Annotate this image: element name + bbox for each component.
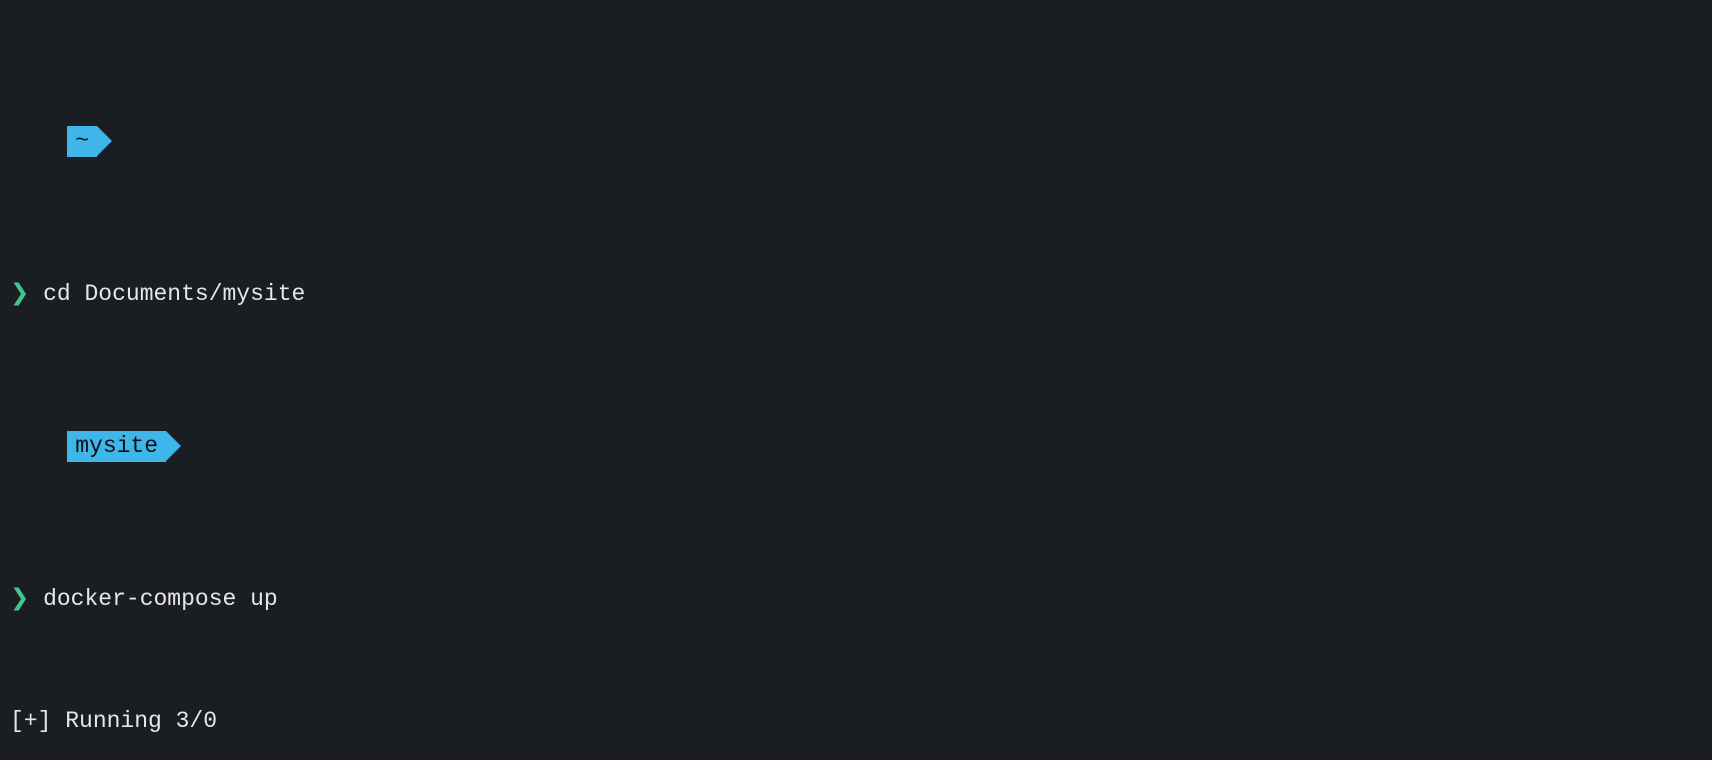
prompt-glyph: ❯: [10, 586, 43, 612]
running-header: [+] Running 3/0: [10, 706, 1702, 737]
prompt-line-cd: ❯ cd Documents/mysite: [10, 279, 1702, 310]
prompt-line-compose: ❯ docker-compose up: [10, 584, 1702, 615]
prompt-glyph: ❯: [10, 281, 43, 307]
command-compose: docker-compose up: [43, 586, 278, 612]
cwd-badge: mysite: [67, 431, 166, 462]
cwd-badge-row: mysite: [10, 401, 1702, 493]
command-cd: cd Documents/mysite: [43, 281, 305, 307]
terminal[interactable]: ~ ❯ cd Documents/mysite mysite ❯ docker-…: [0, 0, 1712, 760]
path-badge-row: ~: [10, 96, 1702, 188]
home-badge: ~: [67, 126, 97, 157]
